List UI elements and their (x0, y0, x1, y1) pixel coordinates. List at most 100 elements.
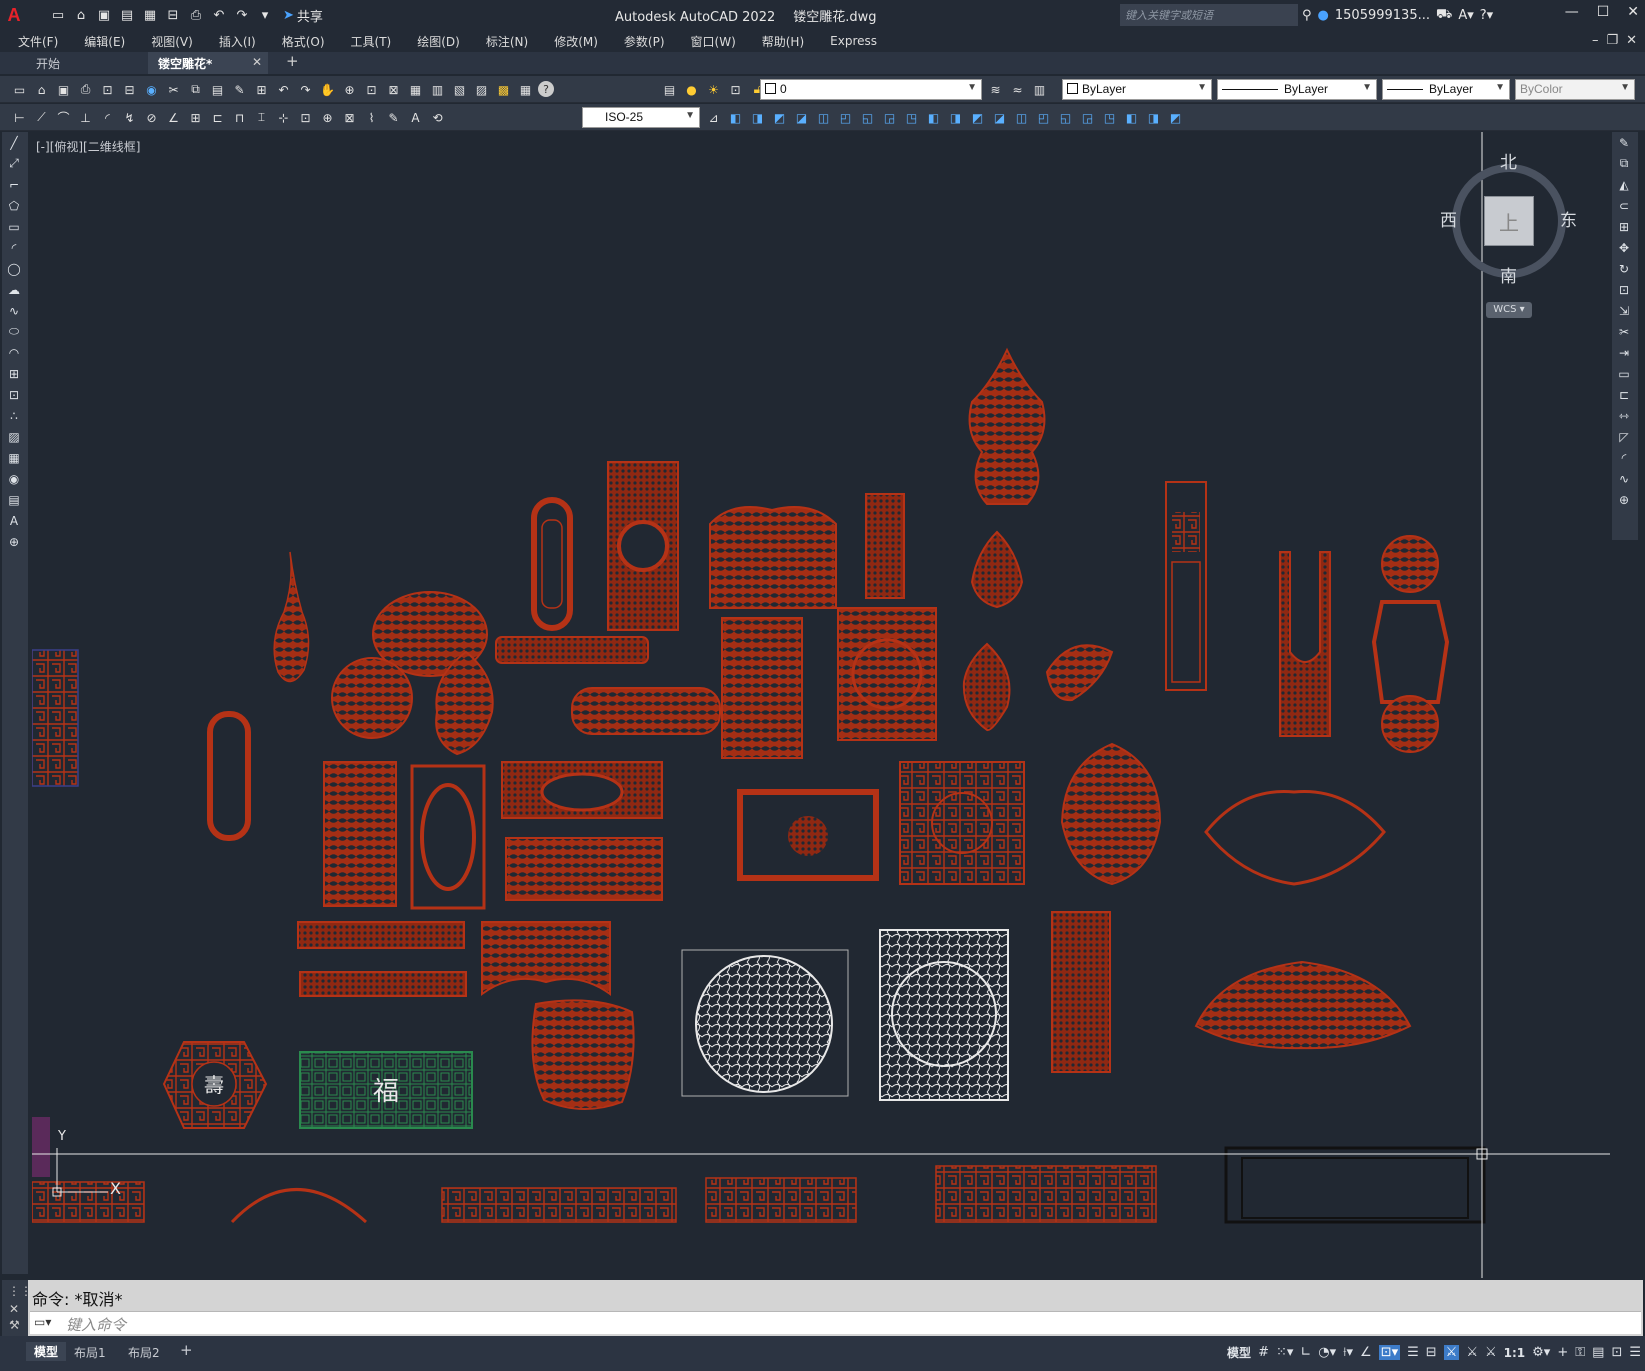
copy-icon[interactable]: ⧉ (186, 80, 205, 99)
menu-tools[interactable]: 工具(T) (351, 33, 392, 50)
doc-close-icon[interactable]: ✕ (1626, 33, 1637, 48)
carving-frame-oval[interactable] (410, 764, 486, 910)
carving-oval-frame-left[interactable] (207, 711, 251, 841)
break-at-point-icon[interactable]: ▭ (1612, 363, 1636, 384)
autodesk-icon[interactable]: A▾ (1458, 8, 1473, 23)
clean-screen-icon[interactable]: ⊡ (1611, 1345, 1622, 1360)
lineweight-combo[interactable]: ByLayer ▼ (1382, 79, 1510, 100)
carving-small-flower[interactable] (962, 642, 1011, 732)
user-icon[interactable]: ● (1318, 8, 1329, 23)
circle-icon[interactable]: ◯ (2, 258, 26, 279)
grip-icon[interactable]: ⋮⋮ (2, 1280, 32, 1302)
match-properties-icon[interactable]: ✎ (230, 80, 249, 99)
carving-lotus[interactable] (1194, 960, 1412, 1050)
3d-move-icon[interactable]: ◳ (1100, 108, 1119, 127)
3d-align-icon[interactable]: ◨ (1144, 108, 1163, 127)
revolve-icon[interactable]: ◪ (990, 108, 1009, 127)
point-icon[interactable]: ∴ (2, 405, 26, 426)
annotation-visibility-icon[interactable]: ⚔ (1443, 1345, 1460, 1360)
cut-icon[interactable]: ✂ (164, 80, 183, 99)
color-combo[interactable]: ByLayer ▼ (1062, 79, 1212, 100)
help-search-input[interactable]: 键入关键字或短语 (1120, 4, 1298, 26)
save-icon[interactable]: ▣ (94, 5, 114, 25)
dim-update-icon[interactable]: ⟲ (428, 108, 447, 127)
search-icon[interactable]: ⚲ (1302, 8, 1312, 23)
carving-horizontal-panel-1[interactable] (501, 761, 663, 819)
dim-style-icon[interactable]: ⊿ (704, 108, 723, 127)
make-current-icon[interactable]: ≋ (986, 80, 1005, 99)
carving-border-strip-2[interactable] (299, 971, 467, 997)
drawing-canvas[interactable]: [-][俯视][二维线框] 壽 福 Y X (32, 132, 1610, 1278)
dim-aligned-icon[interactable]: ⟋ (32, 108, 51, 127)
add-selected-icon[interactable]: ⊕ (2, 531, 26, 552)
construction-line-icon[interactable]: ⤢ (2, 153, 26, 174)
customize-wrench-icon[interactable]: ⚒ (2, 1316, 28, 1334)
zoom-window-icon[interactable]: ⊡ (362, 80, 381, 99)
layer-properties-icon[interactable]: ▤ (660, 80, 679, 99)
menu-view[interactable]: 视图(V) (151, 33, 193, 50)
trim-icon[interactable]: ✂ (1612, 321, 1636, 342)
carving-leaf[interactable] (1045, 644, 1114, 702)
maximize-icon[interactable]: ☐ (1597, 4, 1610, 20)
layer-previous-icon[interactable]: ≈ (1008, 80, 1027, 99)
menu-file[interactable]: 文件(F) (18, 33, 58, 50)
tab-drawing[interactable]: 镂空雕花* ✕ (148, 52, 268, 74)
stretch-icon[interactable]: ⇲ (1612, 300, 1636, 321)
minimize-icon[interactable]: — (1565, 4, 1579, 20)
qnew-icon[interactable]: ▭ (10, 80, 29, 99)
dim-angular-icon[interactable]: ∠ (164, 108, 183, 127)
compass-south[interactable]: 南 (1500, 262, 1517, 287)
wcs-menu[interactable]: WCS ▾ (1486, 302, 1532, 318)
pyramid-icon[interactable]: ◱ (858, 108, 877, 127)
viewcube[interactable]: 上 北 南 东 西 WCS ▾ (1430, 140, 1580, 340)
add-layout-button[interactable]: + (180, 1341, 193, 1359)
close-tab-icon[interactable]: ✕ (252, 55, 262, 69)
menu-help[interactable]: 帮助(H) (762, 33, 804, 50)
carving-hexagon-shou[interactable]: 壽 (162, 1041, 268, 1129)
publish-icon[interactable]: ⊟ (163, 5, 183, 25)
quick-dim-icon[interactable]: ⊞ (186, 108, 205, 127)
dim-space-icon[interactable]: ⌶ (252, 108, 271, 127)
menu-express[interactable]: Express (830, 34, 877, 48)
carving-wave-panel[interactable] (709, 506, 837, 609)
join-icon[interactable]: ⇿ (1612, 405, 1636, 426)
insert-block-icon[interactable]: ⊞ (2, 363, 26, 384)
lineweight-icon[interactable]: ☰ (1407, 1345, 1419, 1360)
carving-oval-frame-small[interactable] (531, 497, 573, 631)
carving-cloud-ornament[interactable] (1204, 790, 1386, 886)
sheet-set-icon[interactable]: ▨ (472, 80, 491, 99)
carving-fret-square[interactable] (899, 761, 1025, 885)
torus-icon[interactable]: ◰ (836, 108, 855, 127)
compass-north[interactable]: 北 (1500, 148, 1517, 173)
undo-icon[interactable]: ↶ (209, 5, 229, 25)
calculator-icon[interactable]: ▦ (516, 80, 535, 99)
line-tool-icon[interactable]: ╱ (2, 132, 26, 153)
carving-long-strip[interactable] (495, 636, 649, 664)
rotate-icon[interactable]: ↻ (1612, 258, 1636, 279)
region-icon[interactable]: ◉ (2, 468, 26, 489)
inspect-icon[interactable]: ⊠ (340, 108, 359, 127)
compass-west[interactable]: 西 (1440, 206, 1457, 231)
viewcube-top-face[interactable]: 上 (1484, 196, 1534, 246)
tab-layout1[interactable]: 布局1 (74, 1344, 106, 1361)
plotstyle-combo[interactable]: ByColor ▼ (1515, 79, 1635, 100)
zoom-previous-icon[interactable]: ⊠ (384, 80, 403, 99)
save-as-icon[interactable]: ▤ (117, 5, 137, 25)
zoom-realtime-icon[interactable]: ⊕ (340, 80, 359, 99)
redo-toolbar-icon[interactable]: ↷ (296, 80, 315, 99)
make-block-icon[interactable]: ⊡ (2, 384, 26, 405)
carving-window-frame[interactable] (737, 789, 879, 881)
3dprint-icon[interactable]: ◉ (142, 80, 161, 99)
polyline-icon[interactable]: ⌐ (2, 174, 26, 195)
menu-edit[interactable]: 编辑(E) (84, 33, 125, 50)
center-mark-icon[interactable]: ⊕ (318, 108, 337, 127)
bottom-partial-pieces[interactable] (32, 1146, 1486, 1224)
linetype-combo[interactable]: ByLayer ▼ (1217, 79, 1377, 100)
autocad-logo[interactable]: A (0, 0, 28, 30)
carving-square-medallion[interactable] (837, 607, 937, 741)
command-line-grip[interactable]: ⋮⋮ ✕ ⚒ (2, 1280, 32, 1336)
hatch-icon[interactable]: ▨ (2, 426, 26, 447)
loft-icon[interactable]: ◫ (1012, 108, 1031, 127)
paste-icon[interactable]: ▤ (208, 80, 227, 99)
carving-vase-shape[interactable] (1060, 742, 1162, 886)
